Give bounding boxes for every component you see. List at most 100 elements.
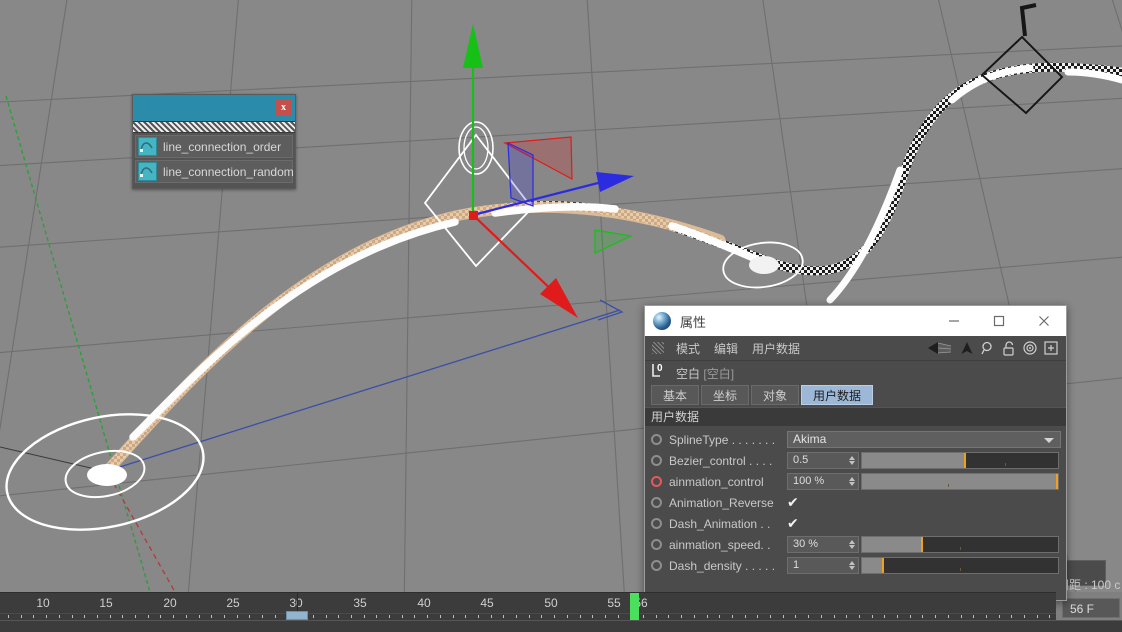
timeline-frame-label: 30: [289, 596, 302, 610]
timeline-tick: [351, 615, 352, 618]
target-icon[interactable]: [1023, 341, 1037, 355]
minimize-icon[interactable]: [931, 306, 976, 336]
dropdown-value: Akima: [788, 431, 1060, 448]
timeline-tick: [554, 615, 555, 618]
close-icon[interactable]: [1021, 306, 1066, 336]
animation-control-input[interactable]: 100 %: [787, 473, 859, 490]
tab-user-data[interactable]: 用户数据: [801, 385, 873, 405]
svg-text:0: 0: [657, 363, 663, 374]
table-row[interactable]: ainmation_control 100 %: [645, 471, 1066, 492]
properties-tabs[interactable]: 基本 坐标 对象 用户数据: [645, 385, 1066, 407]
drag-grip-icon[interactable]: [652, 342, 664, 354]
maximize-icon[interactable]: [976, 306, 1021, 336]
row-label: ainmation_speed. .: [669, 538, 787, 552]
object-name: 空白 [空白]: [676, 365, 734, 382]
animation-reverse-checkbox[interactable]: ✔: [787, 496, 799, 510]
stepper-icon[interactable]: [846, 477, 858, 486]
plus-icon[interactable]: [1044, 341, 1058, 355]
timeline-tick: [1037, 615, 1038, 618]
table-row[interactable]: Dash_Animation . . ✔: [645, 513, 1066, 534]
timeline-tick: [326, 615, 327, 618]
back-arrow-icon[interactable]: [927, 341, 953, 355]
dash-animation-checkbox[interactable]: ✔: [787, 517, 799, 531]
slider-marker: [964, 453, 966, 468]
search-icon[interactable]: [981, 341, 995, 355]
stepper-icon[interactable]: [846, 561, 858, 570]
slider-fill: [862, 474, 1058, 489]
palette-drag-grip-icon[interactable]: [133, 121, 295, 133]
timeline-tick: [199, 615, 200, 618]
object-type-text: [空白]: [703, 367, 734, 381]
dash-density-slider[interactable]: [861, 557, 1059, 574]
table-row[interactable]: Animation_Reverse ✔: [645, 492, 1066, 513]
properties-titlebar[interactable]: 属性: [645, 306, 1066, 336]
stepper-icon[interactable]: [846, 456, 858, 465]
null-object-icon: 0: [651, 362, 669, 384]
timeline-tick: [402, 615, 403, 618]
keyframe-radio-icon-animated[interactable]: [651, 476, 662, 487]
palette-titlebar[interactable]: x: [133, 95, 295, 121]
row-label: Bezier_control . . . .: [669, 454, 787, 468]
input-value: 0.5: [788, 452, 846, 469]
palette-close-button[interactable]: x: [275, 99, 292, 116]
keyframe-radio-icon[interactable]: [651, 455, 662, 466]
splinetype-dropdown[interactable]: Akima: [787, 431, 1061, 448]
timeline-tick: [46, 615, 47, 618]
timeline-tick: [97, 615, 98, 618]
keyframe-radio-icon[interactable]: [651, 434, 662, 445]
list-item[interactable]: line_connection_order: [135, 135, 293, 158]
table-row[interactable]: Dash_density . . . . . 1: [645, 555, 1066, 576]
bezier-control-slider[interactable]: [861, 452, 1059, 469]
animation-speed-slider[interactable]: [861, 536, 1059, 553]
menu-item-edit[interactable]: 编辑: [707, 340, 745, 357]
timeline-end-marker[interactable]: [630, 593, 639, 621]
keyframe-radio-icon[interactable]: [651, 560, 662, 571]
window-title: 属性: [680, 312, 706, 331]
timeline-tick: [973, 615, 974, 618]
properties-menubar[interactable]: 模式 编辑 用户数据: [645, 336, 1066, 361]
timeline-playhead[interactable]: [286, 611, 308, 620]
bezier-control-input[interactable]: 0.5: [787, 452, 859, 469]
stepper-icon[interactable]: [846, 540, 858, 549]
timeline-tick: [491, 615, 492, 618]
timeline-tick: [465, 615, 466, 618]
current-frame-field[interactable]: 56 F: [1062, 598, 1120, 618]
menu-item-userdata[interactable]: 用户数据: [745, 340, 807, 357]
timeline-tick: [808, 615, 809, 618]
playhead-line: [297, 593, 298, 612]
cinema4d-logo-icon: [653, 312, 671, 330]
cinema4d-application-window: x line_connection_order: [0, 0, 1122, 632]
slider-marker: [1056, 474, 1058, 489]
gizmo-center[interactable]: [469, 211, 478, 220]
menu-item-mode[interactable]: 模式: [669, 340, 707, 357]
lock-icon[interactable]: [1002, 341, 1016, 356]
up-arrow-icon[interactable]: [960, 341, 974, 355]
timeline-frame-label: 20: [163, 596, 176, 610]
animation-control-slider[interactable]: [861, 473, 1059, 490]
timeline-tick: [338, 615, 339, 618]
list-item[interactable]: line_connection_random: [135, 160, 293, 183]
timeline-tick: [643, 615, 644, 618]
table-row[interactable]: SplineType . . . . . . . Akima: [645, 429, 1066, 450]
timeline-frame-label: 50: [544, 596, 557, 610]
timeline-tick: [694, 615, 695, 618]
table-row[interactable]: Bezier_control . . . . 0.5: [645, 450, 1066, 471]
tab-object[interactable]: 对象: [751, 385, 799, 405]
tab-basic[interactable]: 基本: [651, 385, 699, 405]
tab-coordinates[interactable]: 坐标: [701, 385, 749, 405]
table-row[interactable]: ainmation_speed. . 30 %: [645, 534, 1066, 555]
script-palette-window[interactable]: x line_connection_order: [132, 94, 296, 189]
timeline-tick: [618, 615, 619, 618]
properties-window[interactable]: 属性 模式 编辑 用户数据: [644, 305, 1067, 601]
timeline-tick: [262, 615, 263, 618]
dash-density-input[interactable]: 1: [787, 557, 859, 574]
keyframe-radio-icon[interactable]: [651, 518, 662, 529]
keyframe-radio-icon[interactable]: [651, 497, 662, 508]
animation-speed-input[interactable]: 30 %: [787, 536, 859, 553]
slider-marker: [921, 537, 923, 552]
timeline-tick: [275, 615, 276, 618]
timeline-tick: [948, 615, 949, 618]
keyframe-radio-icon[interactable]: [651, 539, 662, 550]
spline-curve-icon: [138, 137, 157, 156]
list-item-label: line_connection_order: [163, 140, 281, 154]
